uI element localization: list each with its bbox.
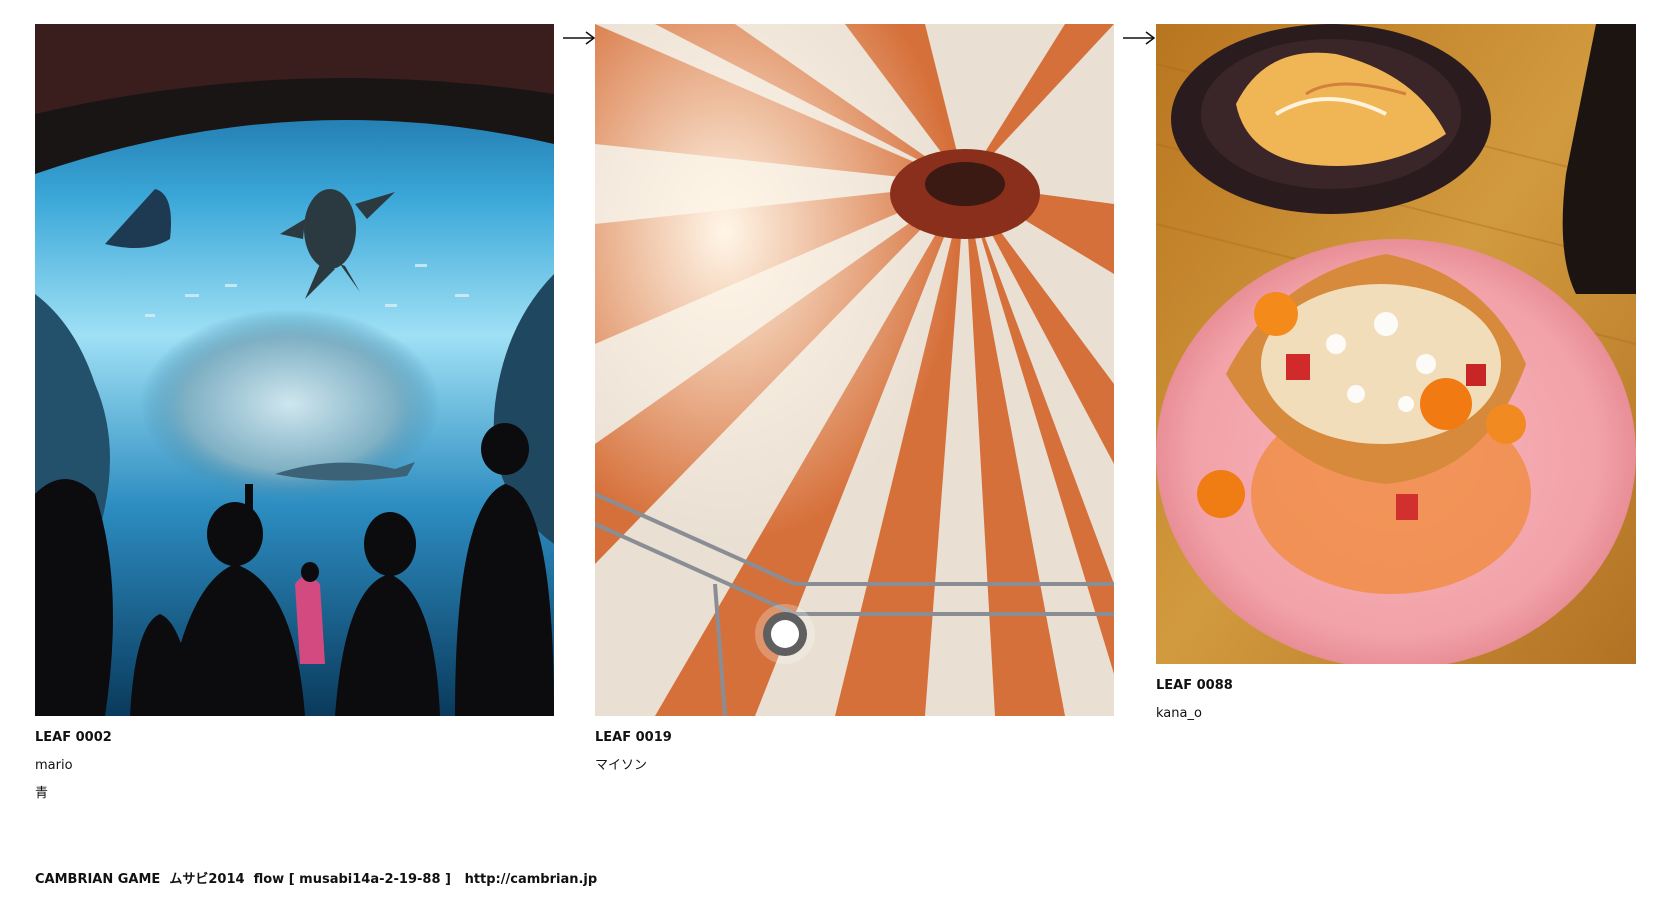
leaf-theme: 青 (35, 786, 49, 801)
leaf-photo-dessert[interactable] (1156, 24, 1636, 664)
leaf-author[interactable]: mario (35, 752, 554, 780)
footer-site-link[interactable]: http://cambrian.jp (465, 872, 598, 887)
leaf-id-label: LEAF 0002 (35, 730, 112, 745)
leaf-photo-aquarium[interactable] (35, 24, 554, 716)
arrow-icon (1123, 31, 1156, 45)
leaf-photo-circus-tent[interactable] (595, 24, 1114, 716)
leaf-card-0002: LEAF 0002 mario 青 (35, 24, 554, 808)
leaf-card-0019: LEAF 0019 マイソン (595, 24, 1114, 780)
arrow-icon (563, 31, 596, 45)
leaf-id-label: LEAF 0019 (595, 730, 672, 745)
circus-tent-photo (595, 24, 1114, 716)
aquarium-photo (35, 24, 554, 716)
footer-text: CAMBRIAN GAME ムサビ2014 flow [ musabi14a-2… (35, 872, 465, 887)
leaf-card-0088: LEAF 0088 kana_o (1156, 24, 1636, 728)
leaf-id-label: LEAF 0088 (1156, 678, 1233, 693)
footer-credits: CAMBRIAN GAME ムサビ2014 flow [ musabi14a-2… (35, 868, 597, 887)
leaf-author[interactable]: マイソン (595, 752, 1114, 780)
leaf-author[interactable]: kana_o (1156, 700, 1636, 728)
dessert-photo (1156, 24, 1636, 664)
